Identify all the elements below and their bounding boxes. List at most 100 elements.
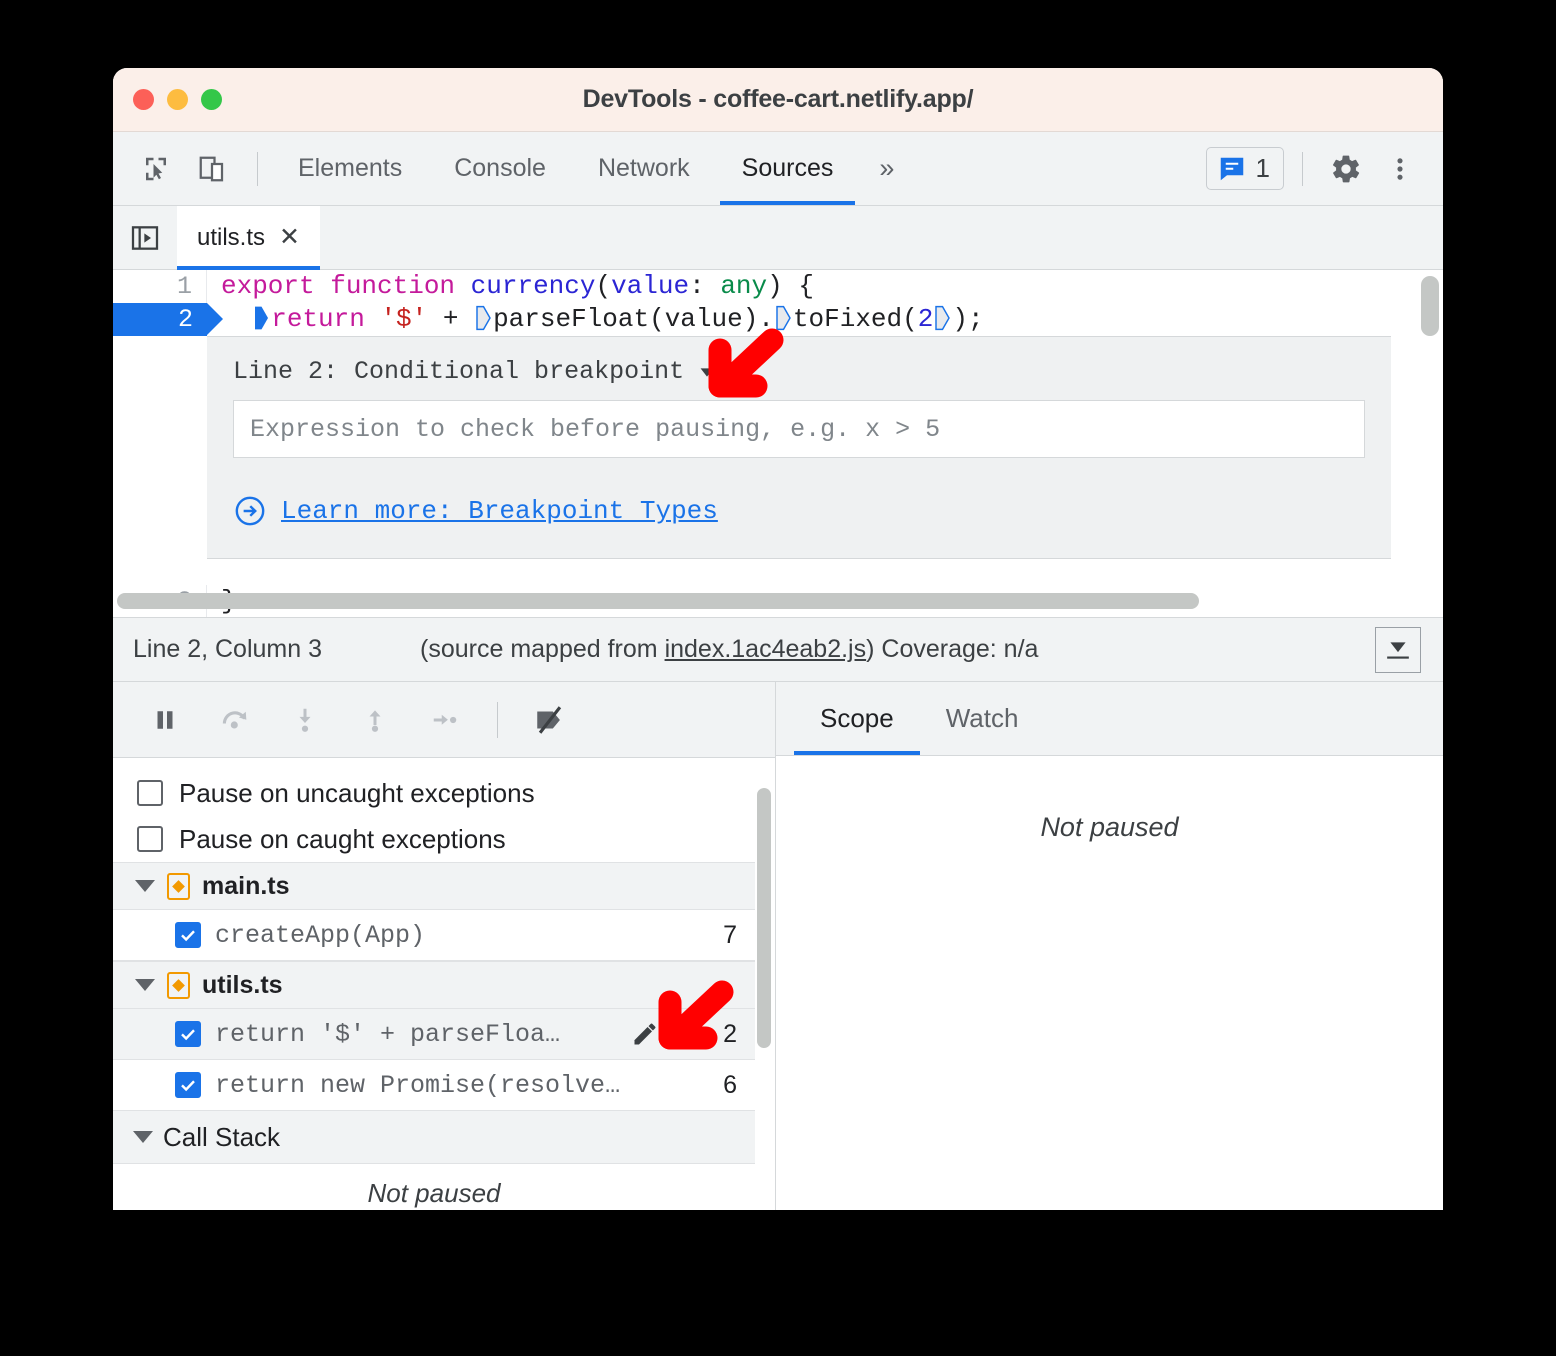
pause-on-uncaught-exceptions-label: Pause on uncaught exceptions — [179, 777, 535, 808]
breakpoint-type-label: Conditional breakpoint — [354, 357, 685, 386]
call-stack-empty-message: Not paused — [367, 1178, 501, 1208]
step-over-icon[interactable] — [207, 692, 263, 748]
pause-on-uncaught-exceptions-checkbox[interactable] — [137, 780, 163, 806]
breakpoint-group-main-ts[interactable]: main.ts — [113, 862, 755, 910]
tab-console[interactable]: Console — [428, 132, 572, 205]
devtools-main-toolbar: Elements Console Network Sources » 1 — [113, 132, 1443, 206]
source-file-tab-strip: utils.ts ✕ — [113, 206, 1443, 270]
pause-icon[interactable] — [137, 692, 193, 748]
breakpoint-line-number: 6 — [723, 1070, 737, 1099]
editor-vertical-scrollbar-thumb[interactable] — [1421, 276, 1439, 336]
arrow-circle-right-icon — [235, 496, 265, 526]
toolbar-left-group — [113, 132, 272, 205]
inspect-cursor-icon[interactable] — [131, 144, 181, 194]
code-line-1-text[interactable]: export function currency(value: any) { — [207, 270, 814, 303]
tab-scope[interactable]: Scope — [794, 682, 920, 755]
breakpoint-enabled-checkbox[interactable] — [175, 1072, 201, 1098]
source-map-file-link[interactable]: index.1ac4eab2.js — [665, 635, 867, 663]
pause-on-caught-exceptions-checkbox[interactable] — [137, 826, 163, 852]
call-stack-section-header[interactable]: Call Stack — [113, 1110, 755, 1164]
message-icon — [1220, 157, 1243, 180]
inline-breakpoint-chevron-3 — [935, 305, 951, 331]
scope-empty-message: Not paused — [1040, 812, 1179, 842]
step-out-icon[interactable] — [347, 692, 403, 748]
breakpoint-condition-input[interactable]: Expression to check before pausing, e.g.… — [233, 400, 1365, 458]
breakpoint-enabled-checkbox[interactable] — [175, 1021, 201, 1047]
breakpoint-line-number: 7 — [723, 920, 737, 949]
file-tab-utils-ts[interactable]: utils.ts ✕ — [177, 206, 320, 270]
close-x-icon[interactable] — [675, 1020, 703, 1048]
pencil-icon[interactable] — [631, 1020, 659, 1048]
window-title: DevTools - coffee-cart.netlify.app/ — [582, 85, 974, 113]
editor-vertical-scrollbar[interactable] — [1421, 276, 1439, 576]
table-row[interactable]: createApp(App) 7 — [113, 910, 755, 960]
inline-breakpoint-chevron-1 — [476, 305, 491, 331]
source-map-prefix: (source mapped from — [420, 635, 665, 663]
file-tab-label: utils.ts — [197, 223, 266, 251]
close-icon[interactable]: ✕ — [279, 225, 300, 250]
device-toolbar-icon[interactable] — [187, 144, 237, 194]
console-messages-badge[interactable]: 1 — [1205, 147, 1284, 190]
tab-elements[interactable]: Elements — [272, 132, 428, 205]
deactivate-breakpoints-icon[interactable] — [522, 692, 578, 748]
devtools-window: DevTools - coffee-cart.netlify.app/ Elem… — [113, 68, 1443, 1210]
toolbar-right-group: 1 — [1205, 132, 1443, 205]
breakpoint-group-utils-ts[interactable]: utils.ts — [113, 961, 755, 1009]
code-line-2-text[interactable]: return '$' + parseFloat(value). toFixed(2… — [207, 303, 984, 336]
tab-watch[interactable]: Watch — [920, 682, 1045, 755]
source-map-suffix: ) — [866, 635, 875, 663]
panel-tabs: Elements Console Network Sources — [272, 132, 859, 205]
inline-breakpoint-chevron-blue — [255, 306, 269, 330]
chevron-down-icon — [135, 880, 155, 892]
chevron-down-icon — [135, 979, 155, 991]
breakpoint-line-number: 2 — [723, 1019, 737, 1048]
breakpoint-condition-placeholder: Expression to check before pausing, e.g.… — [250, 414, 941, 444]
breakpoint-group-label: main.ts — [202, 871, 290, 900]
message-count: 1 — [1255, 153, 1270, 183]
more-tabs-icon[interactable]: » — [859, 132, 914, 205]
learn-more-breakpoint-types-link[interactable]: Learn more: Breakpoint Types — [281, 496, 718, 526]
debugger-controls-toolbar — [113, 682, 775, 758]
step-into-icon[interactable] — [277, 692, 333, 748]
scope-watch-tabs: Scope Watch — [776, 682, 1443, 756]
scope-watch-pane: Scope Watch Not paused — [776, 682, 1443, 1210]
tab-network[interactable]: Network — [572, 132, 716, 205]
three-dots-icon[interactable] — [1375, 144, 1425, 194]
source-file-icon — [167, 872, 190, 900]
breakpoints-vertical-scrollbar-thumb[interactable] — [757, 788, 771, 1048]
code-editor: 1 export function currency(value: any) {… — [113, 270, 1443, 618]
breakpoint-editor-header: Line 2: Conditional breakpoint — [207, 351, 1391, 400]
breakpoint-row-actions — [631, 1020, 703, 1048]
coverage-info: Coverage: n/a — [881, 635, 1039, 663]
table-row[interactable]: return '$' + parseFloa… 2 — [113, 1009, 755, 1059]
debugger-split: Pause on uncaught exceptions Pause on ca… — [113, 682, 1443, 1210]
breakpoint-source-text: createApp(App) — [215, 920, 426, 950]
chevron-down-icon — [133, 1131, 153, 1143]
editor-horizontal-scrollbar[interactable] — [113, 593, 1417, 615]
breakpoints-pane: Pause on uncaught exceptions Pause on ca… — [113, 758, 775, 1210]
breakpoint-type-dropdown[interactable]: Conditional breakpoint — [354, 357, 718, 386]
pause-on-uncaught-exceptions-row[interactable]: Pause on uncaught exceptions — [113, 770, 755, 816]
gear-icon[interactable] — [1321, 144, 1371, 194]
cursor-position: Line 2, Column 3 — [133, 635, 323, 663]
breakpoint-learn-more: Learn more: Breakpoint Types — [207, 458, 1391, 538]
pause-on-caught-exceptions-row[interactable]: Pause on caught exceptions — [113, 816, 755, 862]
breakpoints-vertical-scrollbar[interactable] — [755, 758, 775, 1210]
line-number-1[interactable]: 1 — [113, 270, 207, 303]
code-line-2: 2 return '$' + parseFloat(value). toFixed… — [113, 303, 1417, 336]
breakpoint-enabled-checkbox[interactable] — [175, 922, 201, 948]
breakpoint-marker-line-2[interactable]: 2 — [113, 303, 223, 336]
editor-horizontal-scrollbar-thumb[interactable] — [117, 593, 1200, 609]
show-navigator-icon[interactable] — [113, 206, 177, 269]
show-drawer-icon[interactable] — [1375, 626, 1421, 673]
source-file-icon — [167, 971, 190, 999]
conditional-breakpoint-editor: Line 2: Conditional breakpoint Expressio… — [207, 336, 1391, 559]
tab-sources[interactable]: Sources — [716, 132, 860, 205]
breakpoint-source-text: return new Promise(resolve… — [215, 1070, 621, 1100]
code-line-1: 1 export function currency(value: any) { — [113, 270, 1417, 303]
table-row[interactable]: return new Promise(resolve… 6 — [113, 1060, 755, 1110]
debugger-toolbar-divider — [497, 701, 498, 738]
step-icon[interactable] — [417, 692, 473, 748]
screenshot-root: DevTools - coffee-cart.netlify.app/ Elem… — [0, 0, 1556, 1356]
inline-breakpoint-chevron-2 — [776, 305, 791, 331]
